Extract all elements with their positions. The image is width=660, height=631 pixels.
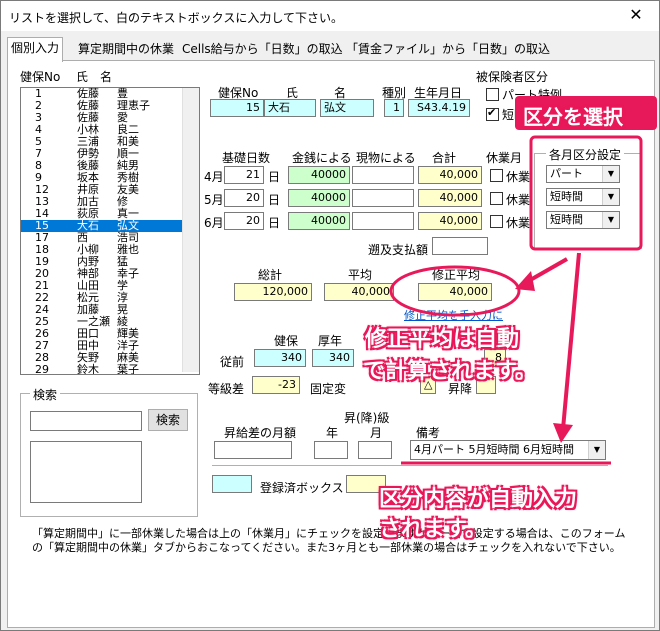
adj-avg-highlight [389, 265, 521, 317]
auto-input-text-2: されます。 [379, 517, 487, 542]
select-callout-text: 区分を選択 [523, 105, 623, 129]
monthly-class-highlight [529, 135, 643, 251]
window: リストを選択して、白のテキストボックスに入力して下さい。 ✕ 個別入力 算定期間… [0, 0, 660, 631]
annotation-overlay [389, 96, 657, 465]
arrow-head-note [553, 423, 573, 443]
auto-input-text-1: 区分内容が自動入力 [379, 487, 578, 512]
tab-individual[interactable]: 個別入力 [7, 37, 64, 62]
arrow-head-adj [515, 271, 535, 291]
auto-calc-text-2: で計算されます。 [363, 359, 537, 384]
auto-calc-text-1: 修正平均は自動 [365, 327, 520, 352]
arrow-to-note [561, 252, 581, 430]
